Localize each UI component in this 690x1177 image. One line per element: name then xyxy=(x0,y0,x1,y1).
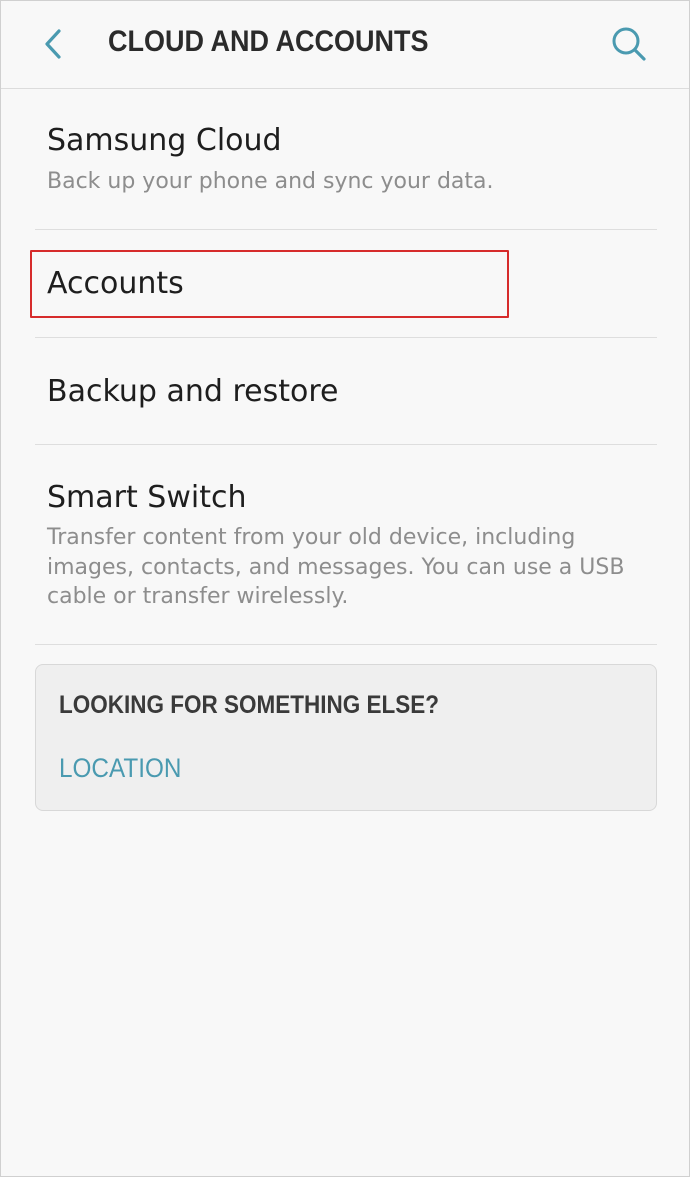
list-item-smart-switch[interactable]: Smart Switch Transfer content from your … xyxy=(35,445,657,644)
subtitle-line: cable or transfer wirelessly. xyxy=(47,584,349,609)
back-button[interactable] xyxy=(29,19,79,69)
screen: CLOUD AND ACCOUNTS Samsung Cloud Back up… xyxy=(0,0,690,1177)
search-button[interactable] xyxy=(603,19,655,69)
page-title: CLOUD AND ACCOUNTS xyxy=(108,25,429,58)
item-title: Backup and restore xyxy=(47,374,339,409)
item-title: Samsung Cloud xyxy=(47,123,282,158)
list-item-samsung-cloud[interactable]: Samsung Cloud Back up your phone and syn… xyxy=(35,101,657,229)
divider xyxy=(35,644,657,645)
highlight-box xyxy=(30,250,509,318)
search-icon xyxy=(612,27,646,61)
location-link[interactable]: LOCATION xyxy=(59,753,181,784)
list-item-backup-restore[interactable]: Backup and restore xyxy=(35,338,657,444)
item-title: Smart Switch xyxy=(47,480,247,515)
item-subtitle: Back up your phone and sync your data. xyxy=(47,169,494,194)
suggestions-card: LOOKING FOR SOMETHING ELSE? LOCATION xyxy=(35,664,657,811)
subtitle-line: Transfer content from your old device, i… xyxy=(47,525,576,550)
app-bar: CLOUD AND ACCOUNTS xyxy=(1,1,689,89)
suggestions-title: LOOKING FOR SOMETHING ELSE? xyxy=(59,691,440,719)
subtitle-line: images, contacts, and messages. You can … xyxy=(47,554,625,580)
chevron-left-icon xyxy=(45,29,61,59)
item-subtitle: Transfer content from your old device, i… xyxy=(47,523,647,612)
